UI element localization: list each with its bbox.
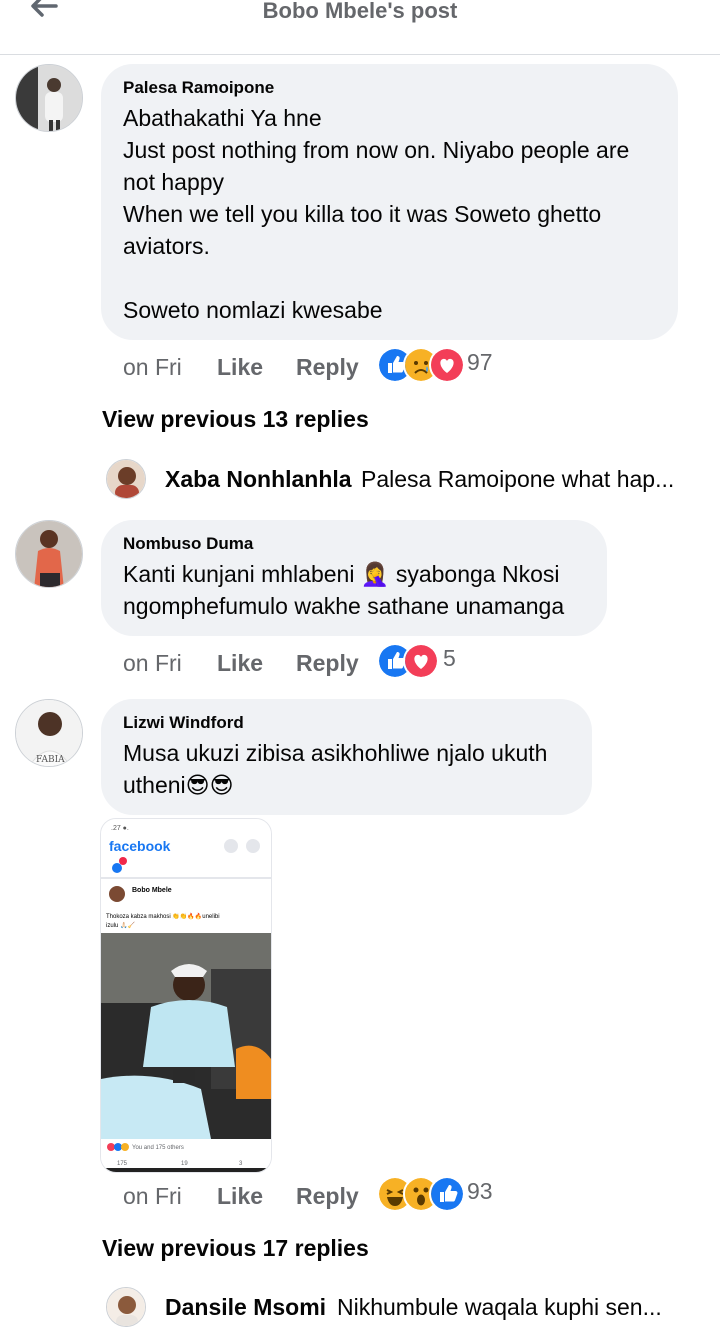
attachment-reactions-text: You and 175 others bbox=[132, 1145, 184, 1151]
reaction-summary[interactable]: 93 bbox=[377, 1176, 507, 1212]
attachment-app-name: facebook bbox=[109, 838, 171, 854]
comment-actions: on Fri Like Reply bbox=[123, 650, 383, 680]
attachment-comment-count: 19 bbox=[181, 1161, 188, 1167]
comment-actions: on Fri Like Reply bbox=[123, 1183, 383, 1213]
reply-button[interactable]: Reply bbox=[296, 1183, 359, 1210]
reply-preview[interactable]: Dansile Msomi Nikhumbule waqala kuphi se… bbox=[106, 1287, 706, 1331]
comment-text: Kanti kunjani mhlabeni 🤦‍♀️ syabonga Nko… bbox=[123, 561, 565, 619]
comment-author[interactable]: Nombuso Duma bbox=[123, 534, 585, 554]
comment-time[interactable]: on Fri bbox=[123, 650, 182, 677]
comment-author[interactable]: Palesa Ramoipone bbox=[123, 78, 656, 98]
reply-author[interactable]: Dansile Msomi bbox=[165, 1294, 326, 1321]
comment-time[interactable]: on Fri bbox=[123, 1183, 182, 1210]
like-button[interactable]: Like bbox=[217, 650, 263, 677]
page-title: Bobo Mbele's post bbox=[262, 0, 458, 23]
avatar bbox=[106, 1287, 146, 1327]
reply-text: Nikhumbule waqala kuphi sen... bbox=[337, 1294, 662, 1320]
avatar bbox=[106, 459, 146, 499]
attachment-like-count: 175 bbox=[117, 1161, 128, 1167]
like-reaction-icon bbox=[429, 1176, 465, 1212]
reaction-summary[interactable]: 5 bbox=[377, 643, 477, 679]
attachment-post-author: Bobo Mbele bbox=[132, 887, 172, 894]
avatar[interactable] bbox=[15, 64, 83, 132]
reaction-count: 5 bbox=[443, 645, 456, 671]
comment-actions: on Fri Like Reply bbox=[123, 354, 383, 384]
reaction-count: 97 bbox=[467, 349, 493, 375]
post-header: Bobo Mbele's post bbox=[0, 0, 720, 55]
comment-bubble: Lizwi Windford Musa ukuzi zibisa asikhoh… bbox=[101, 699, 592, 815]
svg-text:izulu 🙏🏻🧹: izulu 🙏🏻🧹 bbox=[106, 921, 135, 929]
comment-bubble: Palesa Ramoipone Abathakathi Ya hne Just… bbox=[101, 64, 678, 340]
love-reaction-icon bbox=[429, 347, 465, 383]
avatar[interactable] bbox=[15, 520, 83, 588]
reaction-summary[interactable]: 97 bbox=[377, 347, 507, 383]
attachment-image: .27 ●. facebook Bobo Mbele Thokoza kabza… bbox=[101, 819, 271, 1172]
reply-text: Palesa Ramoipone what hap... bbox=[361, 466, 675, 492]
avatar-image bbox=[16, 65, 82, 131]
comment-image-attachment[interactable]: .27 ●. facebook Bobo Mbele Thokoza kabza… bbox=[100, 818, 272, 1173]
reply-button[interactable]: Reply bbox=[296, 354, 359, 381]
comment-text: Abathakathi Ya hne Just post nothing fro… bbox=[123, 105, 630, 323]
like-button[interactable]: Like bbox=[217, 1183, 263, 1210]
svg-text:Thokoza kabza makhosi 👏👏🔥🔥: Thokoza kabza makhosi 👏👏🔥🔥unelibi bbox=[106, 912, 220, 920]
comment-time[interactable]: on Fri bbox=[123, 354, 182, 381]
svg-text:FABIA: FABIA bbox=[36, 755, 65, 765]
view-previous-replies[interactable]: View previous 13 replies bbox=[102, 406, 369, 433]
love-reaction-icon bbox=[403, 643, 439, 679]
svg-text:.27 ●.: .27 ●. bbox=[111, 825, 129, 832]
reply-author[interactable]: Xaba Nonhlanhla bbox=[165, 466, 352, 493]
reply-preview[interactable]: Xaba Nonhlanhla Palesa Ramoipone what ha… bbox=[106, 459, 706, 503]
comment-bubble: Nombuso Duma Kanti kunjani mhlabeni 🤦‍♀️… bbox=[101, 520, 607, 636]
reply-button[interactable]: Reply bbox=[296, 650, 359, 677]
comment-author[interactable]: Lizwi Windford bbox=[123, 713, 570, 733]
comment-text: Musa ukuzi zibisa asikhohliwe njalo ukut… bbox=[123, 740, 548, 798]
view-previous-replies[interactable]: View previous 17 replies bbox=[102, 1235, 369, 1262]
like-button[interactable]: Like bbox=[217, 354, 263, 381]
avatar[interactable]: FABIA bbox=[15, 699, 83, 767]
reaction-count: 93 bbox=[467, 1178, 493, 1204]
